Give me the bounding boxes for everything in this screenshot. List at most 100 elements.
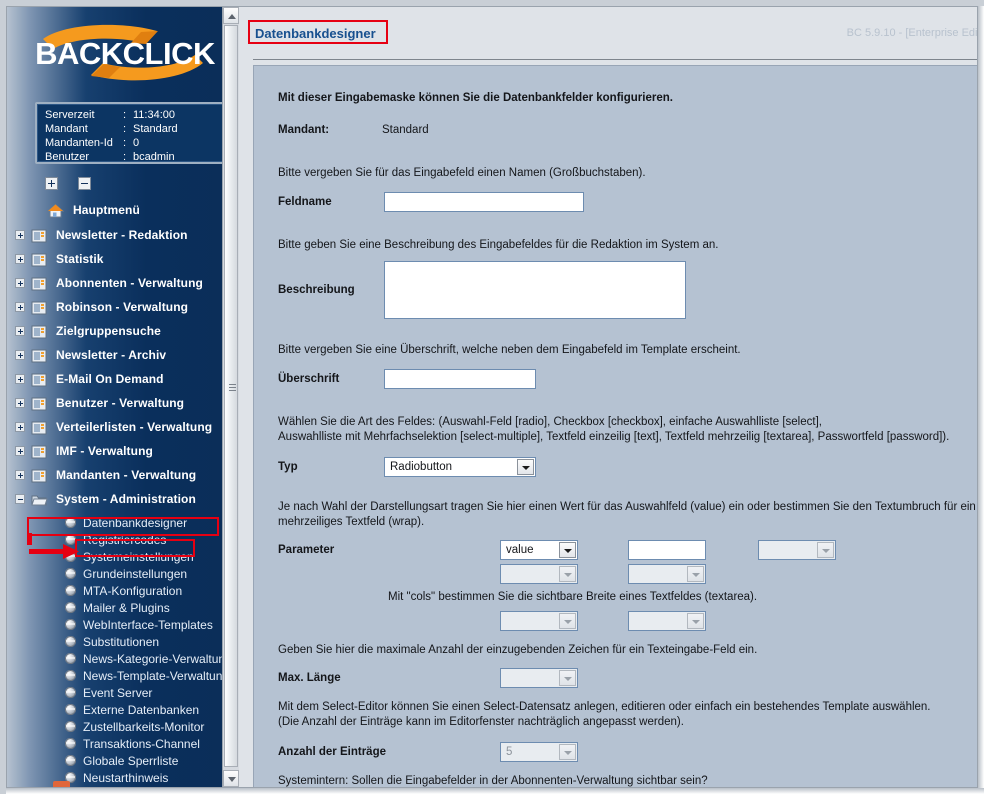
sidebar-item-label: Newsletter - Redaktion	[56, 228, 188, 242]
sidebar-subitem-news-kategorie-verwaltung[interactable]: News-Kategorie-Verwaltung	[7, 650, 232, 667]
parameter-select-5	[628, 564, 706, 584]
expand-plus-icon[interactable]	[15, 422, 25, 432]
sidebar-item-abonnenten-verwaltung[interactable]: Abonnenten - Verwaltung	[7, 271, 225, 295]
sidebar-item-label: Benutzer - Verwaltung	[56, 396, 185, 410]
sidebar-scrollbar[interactable]	[222, 7, 239, 787]
bullet-icon	[65, 653, 76, 664]
scroll-down-arrow-icon[interactable]	[223, 770, 239, 787]
info-colon: :	[123, 151, 127, 163]
sidebar-item-imf-verwaltung[interactable]: IMF - Verwaltung	[7, 439, 225, 463]
folder-icon	[31, 348, 48, 363]
sidebar-item-verteilerlisten-verwaltung[interactable]: Verteilerlisten - Verwaltung	[7, 415, 225, 439]
sidebar-subitem-systemeinstellungen[interactable]: Systemeinstellungen	[7, 548, 225, 565]
bullet-icon	[65, 687, 76, 698]
parameter-row-1: Parameter value	[278, 540, 977, 560]
folder-icon	[31, 276, 48, 291]
info-row: Serverzeit:11:34:00	[45, 108, 233, 122]
sidebar-item-mandanten-verwaltung[interactable]: Mandanten - Verwaltung	[7, 463, 225, 487]
sidebar-subitem-news-template-verwaltung[interactable]: News-Template-Verwaltung	[7, 667, 229, 684]
chevron-down-icon[interactable]	[559, 542, 576, 558]
sidebar-item-statistik[interactable]: Statistik	[7, 247, 225, 271]
ueberschrift-input[interactable]	[384, 369, 536, 389]
sidebar-subitem-label: Systemeinstellungen	[83, 549, 194, 564]
feldname-hint: Bitte vergeben Sie für das Eingabefeld e…	[278, 167, 646, 179]
expand-plus-icon[interactable]	[15, 254, 25, 264]
scroll-up-arrow-icon[interactable]	[223, 7, 239, 24]
feldname-label: Feldname	[278, 196, 332, 208]
expand-plus-icon[interactable]	[15, 374, 25, 384]
sidebar-item-hauptmenu[interactable]: Hauptmenü	[7, 197, 225, 223]
sidebar-item-label: System - Administration	[56, 492, 196, 506]
header-divider	[253, 59, 977, 60]
maxlen-label: Max. Länge	[278, 672, 341, 684]
sidebar-subitem-label: Registriercodes	[83, 532, 167, 547]
sidebar-item-label: Verteilerlisten - Verwaltung	[56, 420, 213, 434]
nav-tree: Hauptmenü Newsletter - Redaktion Statist…	[7, 197, 232, 787]
sidebar-subitem-substitutionen[interactable]: Substitutionen	[7, 633, 225, 650]
sidebar-subitem-label: Transaktions-Channel	[83, 736, 200, 751]
expand-plus-icon[interactable]	[15, 350, 25, 360]
bullet-icon	[65, 568, 76, 579]
sidebar-item-system-administration[interactable]: System - Administration	[7, 487, 225, 511]
ueberschrift-row: Überschrift	[278, 369, 977, 389]
feldname-row: Feldname	[278, 192, 977, 212]
collapse-all-icon[interactable]	[78, 177, 92, 191]
mandant-label: Mandant:	[278, 124, 330, 136]
window-frame: BACKCLICK Serverzeit:11:34:00 Mandant: St…	[6, 6, 978, 788]
sidebar-subitem-webinterface-templates[interactable]: WebInterface-Templates	[7, 616, 225, 633]
sidebar-subitem-label: News-Template-Verwaltung	[83, 668, 230, 683]
info-key: Serverzeit	[45, 109, 95, 121]
typ-select[interactable]: Radiobutton	[384, 457, 536, 477]
sidebar-subitem-mailer-plugins[interactable]: Mailer & Plugins	[7, 599, 225, 616]
expand-plus-icon[interactable]	[15, 470, 25, 480]
anzahl-select: 5	[500, 742, 578, 762]
sidebar-subitem-transaktions-channel[interactable]: Transaktions-Channel	[7, 735, 225, 752]
sidebar-subitem-zustellbarkeits-monitor[interactable]: Zustellbarkeits-Monitor	[7, 718, 225, 735]
parameter-text-1[interactable]	[628, 540, 706, 560]
sidebar-item-robinson-verwaltung[interactable]: Robinson - Verwaltung	[7, 295, 225, 319]
bullet-icon	[65, 636, 76, 647]
expand-plus-icon[interactable]	[15, 278, 25, 288]
expand-plus-icon[interactable]	[15, 398, 25, 408]
folder-icon	[31, 420, 48, 435]
parameter-hint-line1: Je nach Wahl der Darstellungsart tragen …	[278, 501, 976, 513]
sidebar-subitem-event-server[interactable]: Event Server	[7, 684, 225, 701]
folder-icon	[31, 372, 48, 387]
collapse-minus-icon[interactable]	[15, 494, 25, 504]
bottom-hint: Systemintern: Sollen die Eingabefelder i…	[278, 775, 708, 787]
sidebar-subitem-registriercodes[interactable]: Registriercodes	[7, 531, 225, 548]
mandant-row: Mandant: Standard	[278, 124, 977, 136]
sidebar-item-label: E-Mail On Demand	[56, 372, 164, 386]
sidebar-subitem-neustarthinweis[interactable]: Neustarthinweis	[7, 769, 225, 786]
sidebar-item-newsletter-archiv[interactable]: Newsletter - Archiv	[7, 343, 225, 367]
anzahl-hint-line2: (Die Anzahl der Einträge kann im Editorf…	[278, 716, 684, 728]
sidebar-item-email-on-demand[interactable]: E-Mail On Demand	[7, 367, 225, 391]
sidebar-item-zielgruppensuche[interactable]: Zielgruppensuche	[7, 319, 225, 343]
chevron-down-icon[interactable]	[517, 459, 534, 475]
parameter-select-4	[500, 564, 578, 584]
sidebar-subitem-externe-datenbanken[interactable]: Externe Datenbanken	[7, 701, 225, 718]
sidebar-subitem-datenbankdesigner[interactable]: Datenbankdesigner	[7, 514, 225, 531]
info-row: Benutzer: bcadmin	[45, 150, 233, 164]
parameter-select-3	[758, 540, 836, 560]
expand-all-icon[interactable]	[45, 177, 58, 191]
sidebar-subitem-globale-sperrliste[interactable]: Globale Sperrliste	[7, 752, 225, 769]
beschreibung-textarea[interactable]	[384, 261, 686, 319]
expand-plus-icon[interactable]	[15, 302, 25, 312]
page-header: Datenbankdesigner BC 5.9.10 - [Enterpris…	[239, 7, 977, 55]
sidebar-subitem-grundeinstellungen[interactable]: Grundeinstellungen	[7, 565, 225, 582]
scrollbar-thumb[interactable]	[224, 25, 238, 767]
parameter-select-1[interactable]: value	[500, 540, 578, 560]
sidebar-subitem-wartungsarbeiten[interactable]: Wartungsarbeiten	[7, 786, 225, 787]
sidebar-item-newsletter-redaktion[interactable]: Newsletter - Redaktion	[7, 223, 225, 247]
sidebar-subitem-label: Substitutionen	[83, 634, 160, 649]
anzahl-label: Anzahl der Einträge	[278, 746, 386, 758]
expand-plus-icon[interactable]	[15, 230, 25, 240]
sidebar-item-benutzer-verwaltung[interactable]: Benutzer - Verwaltung	[7, 391, 225, 415]
maxlen-row: Max. Länge	[278, 668, 977, 688]
expand-plus-icon[interactable]	[15, 326, 25, 336]
feldname-input[interactable]	[384, 192, 584, 212]
expand-plus-icon[interactable]	[15, 446, 25, 456]
sidebar-subitem-label: Neustarthinweis	[83, 770, 169, 785]
sidebar-subitem-mta-konfiguration[interactable]: MTA-Konfiguration	[7, 582, 225, 599]
